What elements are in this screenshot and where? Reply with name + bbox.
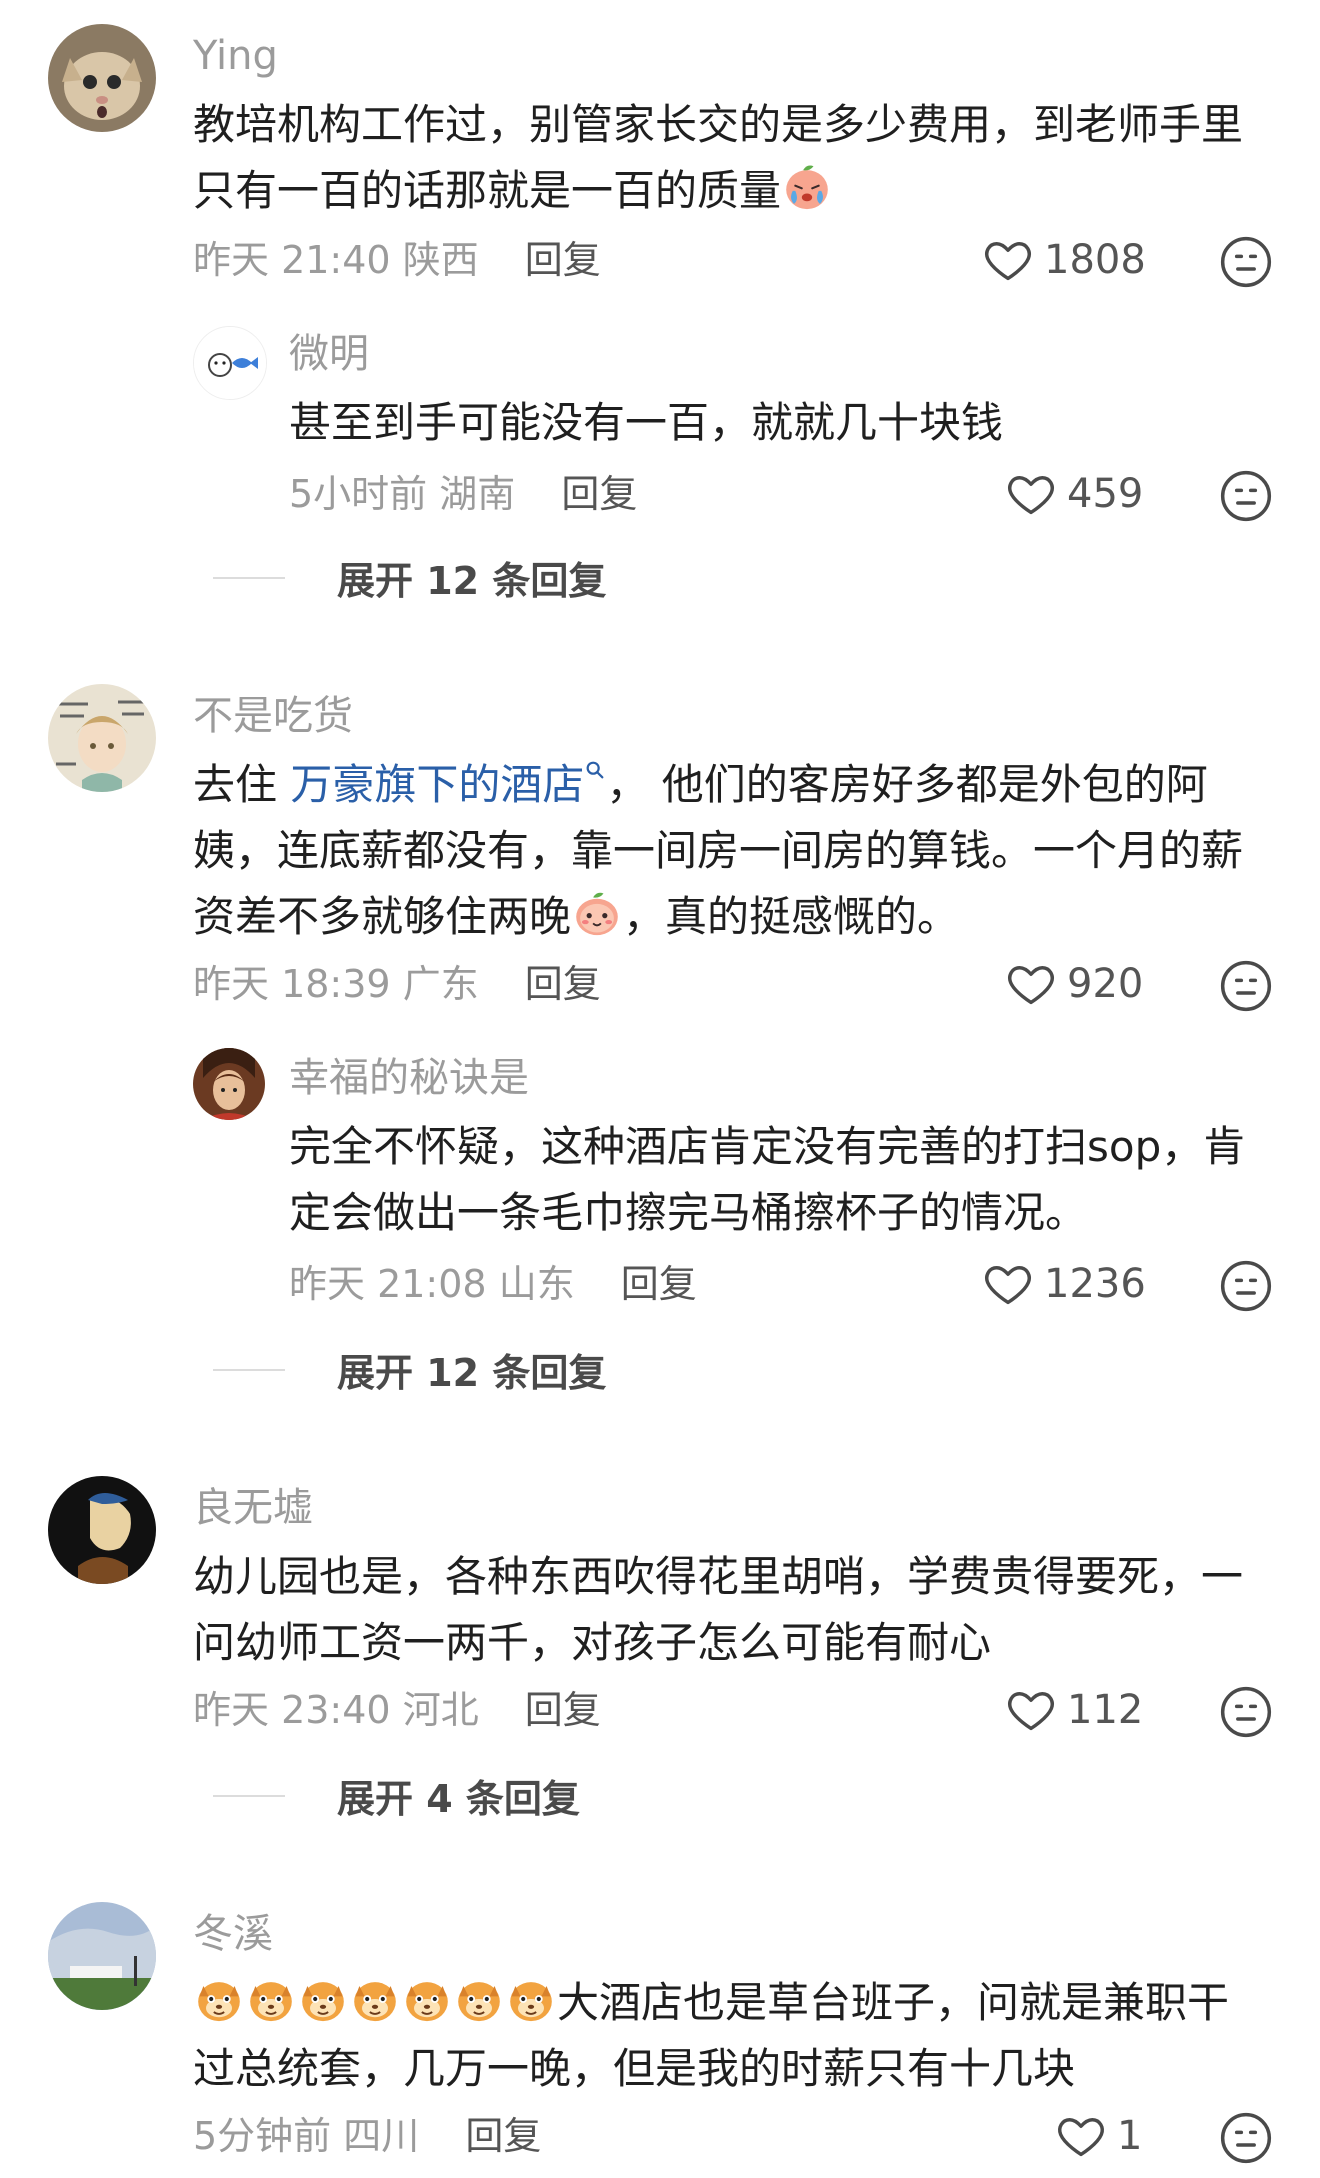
reply-button[interactable]: 回复 (525, 238, 601, 282)
like-button[interactable]: 112 (1005, 1684, 1143, 1736)
comment-meta: 5分钟前 四川 回复 (193, 2114, 541, 2158)
like-count: 1236 (1044, 1261, 1146, 1307)
like-button[interactable]: 1236 (982, 1258, 1146, 1310)
divider (213, 1368, 285, 1371)
reply-button[interactable]: 回复 (525, 1688, 601, 1732)
like-button[interactable]: 459 (1005, 468, 1143, 520)
neutral-face-icon[interactable] (1218, 468, 1274, 524)
like-count: 1808 (1044, 237, 1146, 283)
expand-replies-button[interactable]: 展开 4 条回复 (213, 1768, 580, 1823)
reply-button[interactable]: 回复 (561, 472, 637, 516)
comment-time: 昨天 21:40 (193, 238, 391, 282)
reply-time: 昨天 21:08 (289, 1262, 487, 1306)
emoji-dog-icon (505, 1973, 557, 2025)
reply-button[interactable]: 回复 (621, 1262, 697, 1306)
expand-replies-button[interactable]: 展开 12 条回复 (213, 550, 606, 605)
heart-icon (982, 1258, 1034, 1310)
like-button[interactable]: 1808 (982, 234, 1146, 286)
like-count: 112 (1067, 1687, 1144, 1733)
avatar[interactable] (48, 24, 156, 132)
avatar[interactable] (193, 326, 267, 400)
comment-time: 昨天 18:39 (193, 962, 391, 1006)
like-button[interactable]: 1 (1055, 2110, 1142, 2162)
comment-location: 河北 (402, 1688, 479, 1732)
heart-icon (1005, 468, 1057, 520)
comment-time: 5分钟前 (193, 2114, 332, 2158)
comment-meta: 昨天 21:40 陕西 回复 (193, 238, 601, 282)
emoji-cry-icon (781, 161, 833, 213)
reply-meta: 5小时前 湖南 回复 (289, 472, 637, 516)
neutral-face-icon[interactable] (1218, 1258, 1274, 1314)
comment-meta: 昨天 18:39 广东 回复 (193, 962, 601, 1006)
expand-label: 展开 4 条回复 (337, 1777, 580, 1821)
neutral-face-icon[interactable] (1218, 958, 1274, 1014)
username[interactable]: Ying (193, 32, 278, 80)
neutral-face-icon[interactable] (1218, 1684, 1274, 1740)
like-button[interactable]: 920 (1005, 958, 1143, 1010)
username[interactable]: 冬溪 (193, 1910, 273, 1958)
expand-replies-button[interactable]: 展开 12 条回复 (213, 1342, 606, 1397)
reply-location: 山东 (498, 1262, 575, 1306)
avatar[interactable] (48, 1476, 156, 1584)
neutral-face-icon[interactable] (1218, 234, 1274, 290)
comment-text: 幼儿园也是，各种东西吹得花里胡哨，学费贵得要死，一问幼师工资一两千，对孩子怎么可… (193, 1552, 1244, 1667)
emoji-dog-icon (245, 1973, 297, 2025)
heart-icon (1005, 1684, 1057, 1736)
reply-text: 完全不怀疑，这种酒店肯定没有完善的打扫sop，肯定会做出一条毛巾擦完马桶擦杯子的… (289, 1122, 1246, 1237)
emoji-dog-icon (401, 1973, 453, 2025)
comment-meta: 昨天 23:40 河北 回复 (193, 1688, 601, 1732)
like-count: 459 (1067, 471, 1144, 517)
username[interactable]: 幸福的秘诀是 (289, 1054, 529, 1102)
heart-icon (982, 234, 1034, 286)
heart-icon (1005, 958, 1057, 1010)
reply-location: 湖南 (439, 472, 516, 516)
reply-button[interactable]: 回复 (525, 962, 601, 1006)
emoji-dog-icon (297, 1973, 349, 2025)
comment-location: 陕西 (402, 238, 479, 282)
expand-label: 展开 12 条回复 (337, 559, 607, 603)
username[interactable]: 不是吃货 (193, 692, 353, 740)
avatar[interactable] (48, 1902, 156, 2010)
username[interactable]: 微明 (289, 330, 369, 378)
reply-meta: 昨天 21:08 山东 回复 (289, 1262, 697, 1306)
comment-text: 大酒店也是草台班子，问就是兼职干过总统套，几万一晚，但是我的时薪只有十几块 (193, 1970, 1253, 2102)
comment-time: 昨天 23:40 (193, 1688, 391, 1732)
comment-location: 广东 (402, 962, 479, 1006)
search-link-icon[interactable] (584, 759, 606, 781)
emoji-dog-icon (349, 1973, 401, 2025)
comment-location: 四川 (343, 2114, 420, 2158)
comment-text: 教培机构工作过，别管家长交的是多少费用，到老师手里只有一百的话那就是一百的质量 (193, 100, 1244, 215)
neutral-face-icon[interactable] (1218, 2110, 1274, 2166)
username[interactable]: 良无墟 (193, 1484, 313, 1532)
divider (213, 1794, 285, 1797)
reply-time: 5小时前 (289, 472, 428, 516)
emoji-dog-icon (193, 1973, 245, 2025)
heart-icon (1055, 2110, 1107, 2162)
like-count: 1 (1117, 2113, 1143, 2159)
divider (213, 576, 285, 579)
reply-button[interactable]: 回复 (465, 2114, 541, 2158)
emoji-dog-icon (453, 1973, 505, 2025)
expand-label: 展开 12 条回复 (337, 1351, 607, 1395)
avatar[interactable] (48, 684, 156, 792)
emoji-peach-icon (571, 887, 623, 939)
comment-text: 去住 万豪旗下的酒店， 他们的客房好多都是外包的阿姨，连底薪都没有，靠一间房一间… (193, 759, 1244, 941)
avatar[interactable] (193, 1048, 265, 1120)
search-link[interactable]: 万豪旗下的酒店 (290, 760, 584, 809)
like-count: 920 (1067, 961, 1144, 1007)
reply-text: 甚至到手可能没有一百，就就几十块钱 (289, 398, 1004, 447)
